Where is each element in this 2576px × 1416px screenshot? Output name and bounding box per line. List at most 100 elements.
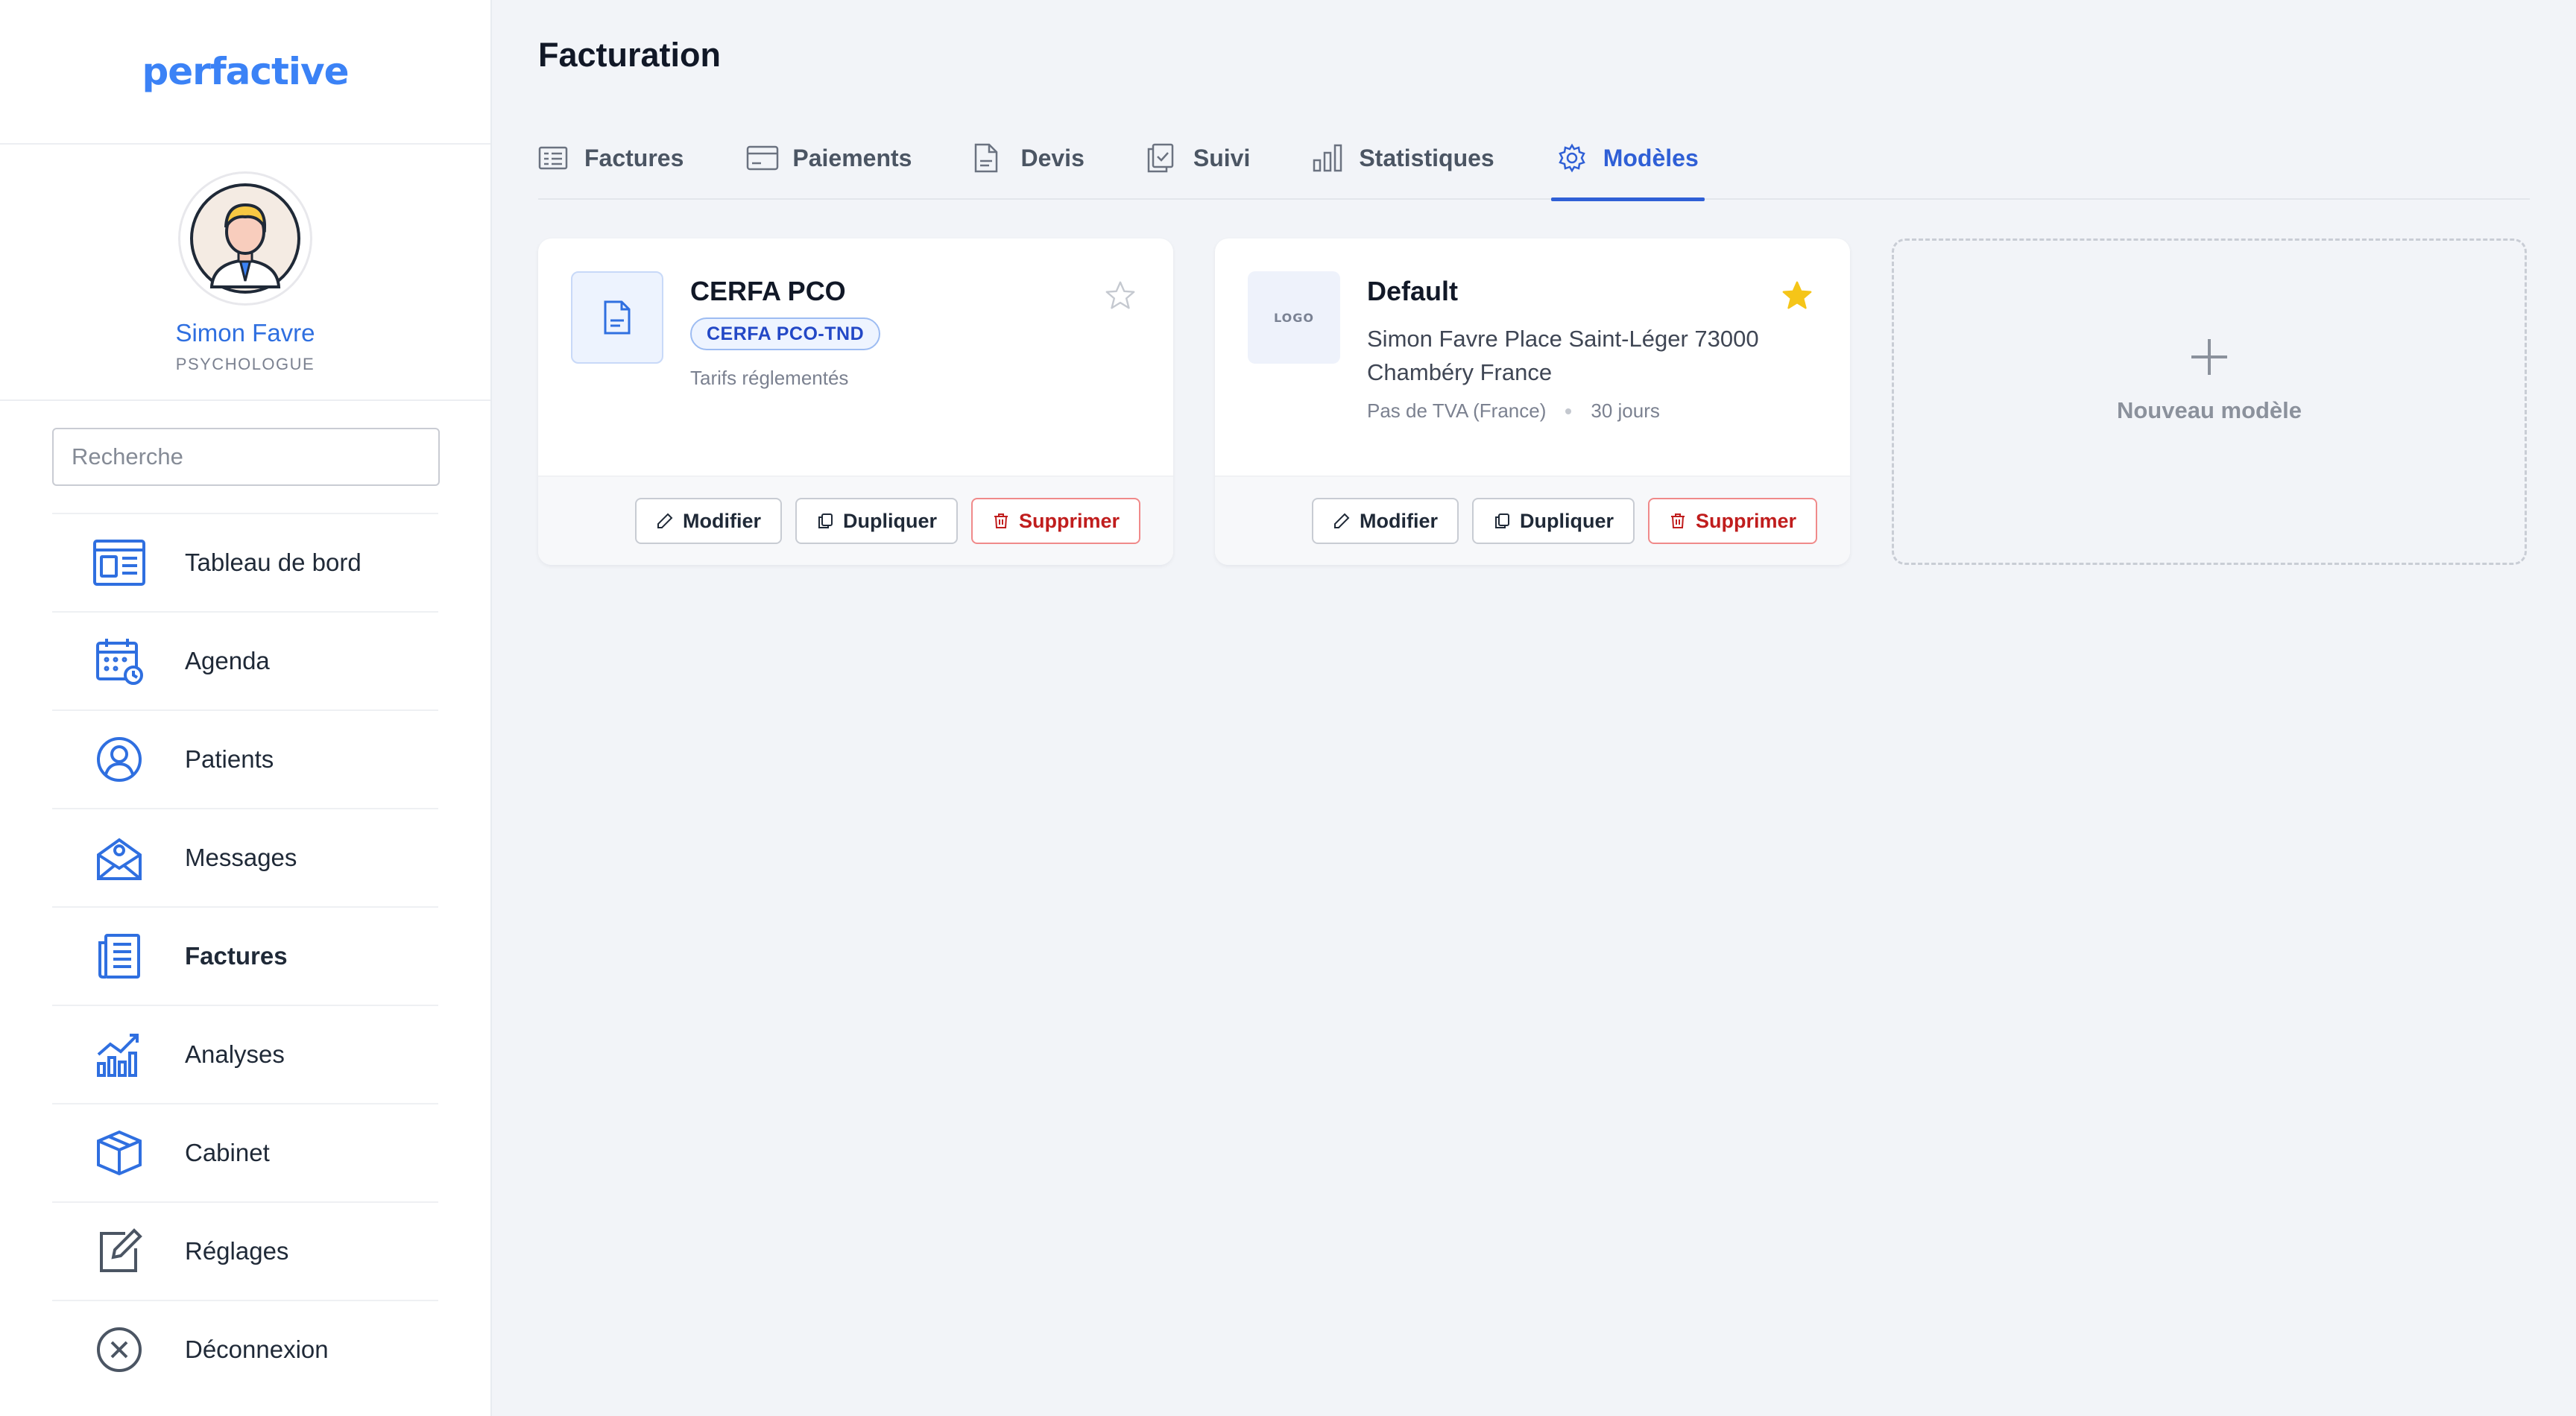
star-outline-icon[interactable] (1103, 279, 1137, 313)
copy-icon (816, 512, 834, 530)
template-badge: CERFA PCO-TND (690, 317, 881, 350)
document-icon (604, 300, 631, 335)
card-body: CERFA PCO CERFA PCO-TND Tarifs réglement… (538, 238, 1173, 475)
box-icon (89, 1123, 149, 1183)
plus-icon (2191, 339, 2227, 375)
sidebar-item-factures[interactable]: Factures (52, 906, 438, 1005)
payment-terms: 30 jours (1591, 399, 1660, 422)
template-card-default[interactable]: LOGO Default Simon Favre Place Saint-Lég… (1215, 238, 1850, 565)
trash-icon (1669, 512, 1687, 530)
sidebar-item-patients[interactable]: Patients (52, 709, 438, 808)
new-template-label: Nouveau modèle (2116, 397, 2302, 423)
sidebar: perfactive Simon Favre PSYCHOLOGUE Reche… (0, 0, 492, 1416)
duplicate-button[interactable]: Dupliquer (1471, 498, 1635, 544)
edit-button[interactable]: Modifier (1311, 498, 1459, 544)
sidebar-item-label: Messages (185, 844, 297, 871)
tab-factures[interactable]: Factures (538, 121, 684, 200)
search-container (0, 401, 490, 486)
duplicate-button[interactable]: Dupliquer (795, 498, 958, 544)
clipboard-icon (1147, 142, 1180, 174)
search-input[interactable] (52, 428, 440, 486)
mail-icon (89, 828, 149, 888)
logo-area: perfactive (0, 0, 490, 145)
sidebar-item-dashboard[interactable]: Tableau de bord (52, 513, 438, 611)
template-meta: Pas de TVA (France) 30 jours (1367, 399, 1660, 423)
template-thumbnail: LOGO (1248, 271, 1340, 364)
tab-label: Factures (584, 144, 684, 171)
pencil-icon (1333, 512, 1351, 530)
sidebar-item-analyses[interactable]: Analyses (52, 1005, 438, 1103)
avatar[interactable] (178, 171, 312, 306)
card-icon (746, 142, 779, 174)
sidebar-item-cabinet[interactable]: Cabinet (52, 1103, 438, 1201)
tab-label: Devis (1020, 144, 1085, 171)
edit-button-label: Modifier (682, 509, 761, 532)
sidebar-item-label: Réglages (185, 1237, 289, 1265)
sidebar-item-label: Patients (185, 745, 274, 773)
tab-label: Suivi (1193, 144, 1251, 171)
profile-name[interactable]: Simon Favre (175, 319, 315, 347)
dashboard-icon (89, 533, 149, 592)
card-actions: Modifier Dupliquer Supprimer (538, 475, 1173, 565)
card-actions: Modifier Dupliquer Supprimer (1215, 475, 1850, 565)
star-filled-icon[interactable] (1780, 279, 1814, 313)
delete-button-label: Supprimer (1695, 509, 1796, 532)
template-subtext: Tarifs réglementés (690, 367, 849, 389)
vat-info: Pas de TVA (France) (1367, 399, 1547, 422)
separator-dot (1565, 408, 1572, 414)
template-title: Default (1367, 276, 1459, 306)
gear-icon (1557, 142, 1590, 174)
edit-button-label: Modifier (1359, 509, 1438, 532)
template-address: Simon Favre Place Saint-Léger 73000 Cham… (1367, 326, 1759, 385)
copy-icon (1493, 512, 1511, 530)
sidebar-item-label: Agenda (185, 647, 270, 674)
sidebar-item-agenda[interactable]: Agenda (52, 611, 438, 709)
template-card-cerfa[interactable]: CERFA PCO CERFA PCO-TND Tarifs réglement… (538, 238, 1173, 565)
edit-icon (89, 1221, 149, 1281)
main-content: Facturation Factures Paiements Devis Sui… (538, 0, 2530, 1416)
edit-button[interactable]: Modifier (634, 498, 782, 544)
sidebar-item-deconnexion[interactable]: Déconnexion (52, 1300, 438, 1398)
page-title: Facturation (538, 36, 722, 74)
document-icon (974, 142, 1007, 174)
avatar-illustration-icon (190, 183, 300, 294)
tab-label: Paiements (792, 144, 912, 171)
logo-placeholder: LOGO (1274, 310, 1314, 325)
duplicate-button-label: Dupliquer (1519, 509, 1614, 532)
sidebar-item-label: Déconnexion (185, 1336, 329, 1363)
delete-button-label: Supprimer (1018, 509, 1120, 532)
duplicate-button-label: Dupliquer (842, 509, 937, 532)
calendar-icon (89, 631, 149, 691)
tab-paiements[interactable]: Paiements (746, 121, 912, 200)
tab-statistiques[interactable]: Statistiques (1313, 121, 1494, 200)
user-icon (89, 730, 149, 789)
sidebar-item-label: Cabinet (185, 1139, 270, 1166)
close-circle-icon (89, 1320, 149, 1379)
brand-logo[interactable]: perfactive (142, 50, 349, 93)
delete-button[interactable]: Supprimer (970, 498, 1140, 544)
bar-chart-icon (1313, 142, 1345, 174)
tab-devis[interactable]: Devis (974, 121, 1085, 200)
sidebar-item-label: Factures (185, 942, 288, 970)
invoice-list-icon (538, 142, 571, 174)
profile-role: PSYCHOLOGUE (175, 355, 315, 373)
profile-card: Simon Favre PSYCHOLOGUE (0, 145, 490, 401)
card-body: LOGO Default Simon Favre Place Saint-Lég… (1215, 238, 1850, 475)
chart-icon (89, 1025, 149, 1084)
tab-label: Statistiques (1359, 144, 1494, 171)
tab-bar: Factures Paiements Devis Suivi Statistiq… (538, 121, 2530, 201)
invoice-icon (89, 926, 149, 986)
sidebar-nav: Tableau de bord Agenda Patients Messages… (52, 513, 438, 1398)
template-grid: CERFA PCO CERFA PCO-TND Tarifs réglement… (538, 238, 2527, 565)
delete-button[interactable]: Supprimer (1647, 498, 1817, 544)
sidebar-item-messages[interactable]: Messages (52, 808, 438, 906)
tab-suivi[interactable]: Suivi (1147, 121, 1250, 200)
sidebar-item-label: Analyses (185, 1040, 285, 1068)
tab-label: Modèles (1603, 144, 1699, 171)
sidebar-item-label: Tableau de bord (185, 549, 362, 576)
tab-modeles[interactable]: Modèles (1550, 121, 1705, 201)
trash-icon (992, 512, 1010, 530)
sidebar-item-reglages[interactable]: Réglages (52, 1201, 438, 1300)
new-template-button[interactable]: Nouveau modèle (1892, 238, 2527, 565)
template-title: CERFA PCO (690, 276, 846, 306)
